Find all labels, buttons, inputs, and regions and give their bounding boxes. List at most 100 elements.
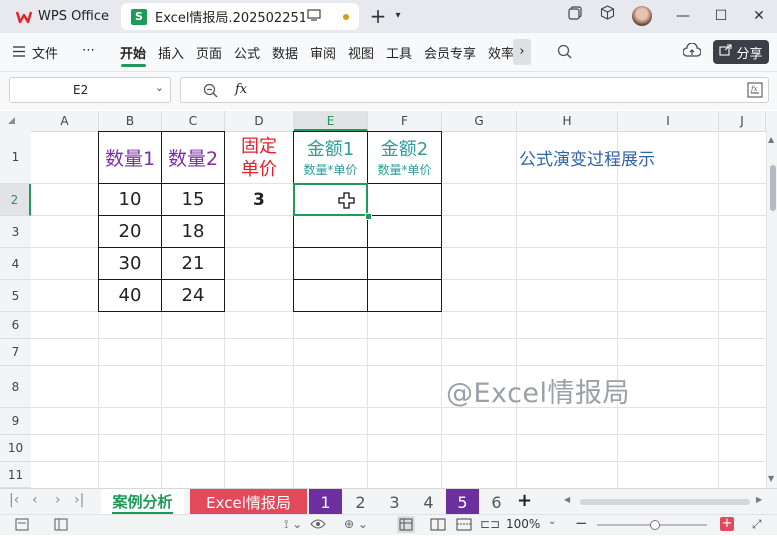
menu-file[interactable]: 文件 — [32, 43, 58, 62]
fullscreen-icon[interactable]: ⤢ — [752, 517, 762, 532]
cell-b2[interactable]: 10 — [99, 184, 161, 215]
zoom-in-icon[interactable]: + — [720, 517, 734, 531]
row-header-11[interactable]: 11 — [0, 462, 31, 488]
row-header-4[interactable]: 4 — [0, 248, 31, 280]
next-sheet-icon[interactable]: › — [55, 492, 61, 508]
sheet-tab-excel[interactable]: Excel情报局 — [190, 489, 307, 515]
minimize-icon[interactable]: — — [669, 5, 697, 27]
row-header-5[interactable]: 5 — [0, 280, 31, 312]
chevron-right-icon[interactable]: › — [513, 39, 531, 65]
sheet-tab-4[interactable]: 4 — [412, 489, 445, 515]
cell-c1[interactable]: 数量2 — [162, 132, 224, 183]
menu-item-tools[interactable]: 工具 — [386, 43, 412, 62]
cell-e1[interactable]: 金额1 数量*单价 — [294, 132, 367, 183]
zoom-level[interactable]: 100% — [506, 517, 540, 531]
name-box[interactable]: E2 ⌄ — [9, 77, 171, 103]
active-cell-e2[interactable] — [293, 183, 368, 216]
sheet-tab-1[interactable]: 1 — [309, 489, 342, 515]
reading-mode-icon[interactable]: ⊏⊐ — [480, 517, 500, 531]
cell-d1[interactable]: 固定 单价 — [225, 132, 293, 183]
row-header-7[interactable]: 7 — [0, 339, 31, 366]
scroll-left-icon[interactable]: ◀ — [564, 495, 570, 504]
col-header-c[interactable]: C — [162, 111, 225, 131]
col-header-e[interactable]: E — [294, 111, 368, 131]
row-header-1[interactable]: 1 — [0, 131, 31, 184]
menu-item-page[interactable]: 页面 — [196, 43, 222, 62]
first-sheet-icon[interactable]: |‹ — [9, 492, 19, 508]
hamburger-icon[interactable] — [13, 46, 25, 60]
fx-icon[interactable]: fx — [235, 82, 247, 97]
menu-item-formula[interactable]: 公式 — [234, 43, 260, 62]
menu-more[interactable]: ⋯ — [82, 43, 95, 58]
sheet-tab-2[interactable]: 2 — [344, 489, 377, 515]
menu-item-view[interactable]: 视图 — [348, 43, 374, 62]
eye-icon[interactable] — [310, 518, 326, 533]
tab-wps-office[interactable]: WPS Office — [6, 3, 112, 30]
row-header-6[interactable]: 6 — [0, 312, 31, 339]
normal-view-icon[interactable] — [397, 516, 415, 533]
row-header-8[interactable]: 8 — [0, 366, 31, 408]
page-layout-icon[interactable] — [430, 518, 446, 534]
cell-b4[interactable]: 30 — [99, 248, 161, 279]
cell-d2[interactable]: 3 — [225, 184, 293, 215]
col-header-f[interactable]: F — [368, 111, 442, 131]
row-header-3[interactable]: 3 — [0, 216, 31, 248]
zoom-dropdown-icon[interactable]: ⌄ — [548, 516, 556, 527]
unsaved-dot-icon[interactable] — [343, 13, 349, 20]
col-header-d[interactable]: D — [225, 111, 294, 131]
row-header-2[interactable]: 2 — [0, 184, 31, 216]
macro-icon[interactable] — [15, 518, 29, 534]
col-header-g[interactable]: G — [442, 111, 517, 131]
menu-item-member[interactable]: 会员专享 — [424, 43, 476, 62]
cell-b5[interactable]: 40 — [99, 280, 161, 311]
sheet-tab-case[interactable]: 案例分析 — [101, 489, 184, 515]
close-icon[interactable]: ✕ — [745, 5, 773, 27]
select-all-corner[interactable] — [8, 117, 15, 124]
vertical-scrollbar[interactable]: ▲ ▼ — [766, 131, 777, 488]
avatar[interactable] — [628, 5, 656, 27]
layout-icon[interactable] — [54, 518, 68, 534]
share-button[interactable]: 分享 — [713, 40, 769, 64]
cell-f1[interactable]: 金额2 数量*单价 — [368, 132, 441, 183]
cell-b3[interactable]: 20 — [99, 216, 161, 247]
col-header-a[interactable]: A — [31, 111, 99, 131]
menu-item-data[interactable]: 数据 — [272, 43, 298, 62]
cell-c5[interactable]: 24 — [162, 280, 224, 311]
row-header-10[interactable]: 10 — [0, 435, 31, 462]
menu-item-home[interactable]: 开始 — [120, 43, 146, 62]
col-header-j[interactable]: J — [719, 111, 766, 131]
sheet-tab-6[interactable]: 6 — [480, 489, 513, 515]
chevron-down-icon[interactable]: ▾ — [384, 5, 412, 27]
fill-handle[interactable] — [365, 213, 372, 220]
expand-formula-icon[interactable]: fx — [747, 82, 763, 101]
filter-view-icon[interactable]: ⟟ ⌄ — [284, 517, 302, 532]
menu-item-review[interactable]: 审阅 — [310, 43, 336, 62]
col-header-b[interactable]: B — [99, 111, 162, 131]
cell-c4[interactable]: 21 — [162, 248, 224, 279]
zoom-formula-icon[interactable] — [203, 83, 218, 101]
cell-b1[interactable]: 数量1 — [99, 132, 161, 183]
search-icon[interactable] — [557, 44, 573, 63]
cell-c2[interactable]: 15 — [162, 184, 224, 215]
sheet-tab-5[interactable]: 5 — [446, 489, 479, 515]
page-break-icon[interactable] — [456, 518, 472, 534]
prev-sheet-icon[interactable]: ‹ — [32, 492, 38, 508]
scrollbar-thumb[interactable] — [770, 165, 776, 211]
zoom-slider-knob[interactable] — [650, 520, 660, 530]
cube-icon[interactable] — [593, 5, 621, 27]
col-header-h[interactable]: H — [517, 111, 618, 131]
scroll-up-icon[interactable]: ▲ — [768, 135, 774, 144]
row-header-9[interactable]: 9 — [0, 408, 31, 435]
maximize-icon[interactable]: ☐ — [707, 5, 735, 27]
window-icon[interactable] — [561, 5, 589, 27]
sheet-nav-icon[interactable]: ⊕ ⌄ — [344, 517, 368, 531]
tab-document[interactable]: S Excel情报局.202502251708 — [121, 3, 359, 30]
menu-item-efficiency[interactable]: 效率 — [488, 43, 514, 62]
scroll-down-icon[interactable]: ▼ — [768, 474, 774, 483]
last-sheet-icon[interactable]: ›| — [74, 492, 84, 508]
chevron-down-icon[interactable]: ⌄ — [155, 81, 164, 94]
scroll-right-icon[interactable]: ▶ — [756, 495, 762, 504]
zoom-out-icon[interactable]: − — [575, 514, 588, 532]
cell-h1[interactable]: 公式演变过程展示 — [517, 132, 673, 183]
cloud-upload-icon[interactable] — [682, 42, 702, 62]
